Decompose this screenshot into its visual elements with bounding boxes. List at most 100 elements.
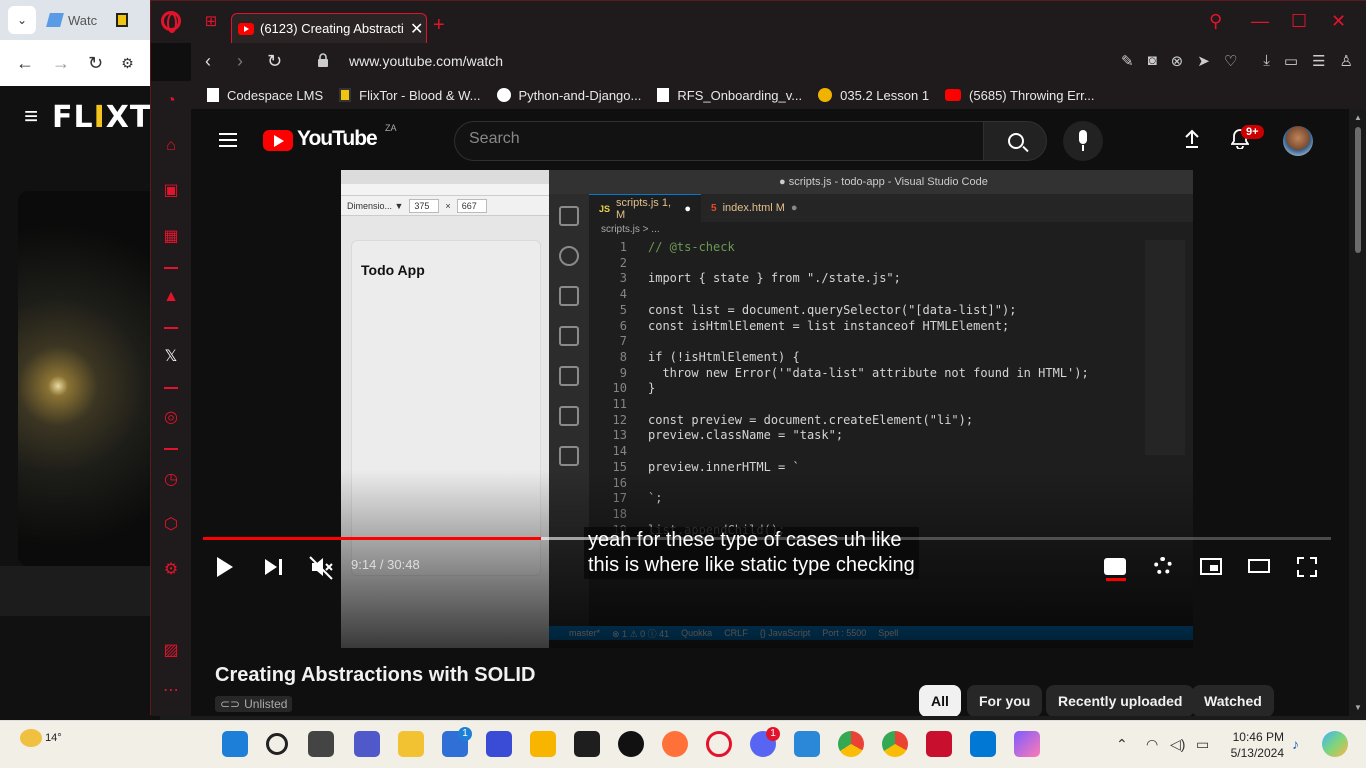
bookmark-2[interactable]: Python-and-Django... [496, 88, 641, 103]
shopping-icon[interactable]: ⌂ [161, 136, 181, 156]
send-icon[interactable]: ➤ [1197, 52, 1210, 70]
background-tab-2[interactable] [116, 5, 138, 35]
movie-poster[interactable] [18, 191, 160, 566]
file-explorer-icon[interactable] [398, 731, 424, 757]
profile-icon[interactable]: ♙ [1340, 52, 1353, 70]
volume-icon[interactable]: ◁) [1170, 736, 1185, 753]
opera-logo-icon[interactable] [161, 11, 181, 33]
block-icon[interactable]: ⊗ [1171, 52, 1184, 70]
chip-all[interactable]: All [919, 685, 961, 716]
url-field[interactable]: www.youtube.com/watch [349, 53, 503, 69]
reload-icon[interactable]: ↻ [267, 51, 282, 72]
scroll-up-arrow-icon[interactable]: ▲ [1354, 113, 1362, 122]
teams-icon[interactable] [354, 731, 380, 757]
new-tab-button[interactable]: + [433, 14, 445, 37]
tab-search-dropdown[interactable]: ⌄ [8, 6, 36, 34]
task-view-icon[interactable] [308, 731, 334, 757]
upload-icon[interactable] [1185, 129, 1199, 149]
progress-bar[interactable] [203, 537, 1331, 540]
battery-icon[interactable]: ▭ [1284, 52, 1298, 70]
close-tab-icon[interactable]: ✕ [410, 19, 423, 39]
next-button[interactable] [255, 549, 291, 585]
chrome-profile-icon[interactable] [882, 731, 908, 757]
aria-icon[interactable]: ▲ [161, 287, 181, 307]
miniplayer-button[interactable] [1193, 549, 1229, 585]
bookmark-1[interactable]: FlixTor - Blood & W... [339, 88, 481, 103]
more-options-icon[interactable]: ⋯ [161, 681, 181, 701]
chip-watched[interactable]: Watched [1192, 685, 1274, 716]
search-box[interactable] [454, 121, 984, 161]
youtube-logo-text[interactable]: YouTube [297, 127, 378, 151]
scroll-down-arrow-icon[interactable]: ▼ [1354, 703, 1362, 712]
tray-overflow-icon[interactable]: ⌃ [1116, 736, 1128, 753]
azure-data-studio-icon[interactable] [486, 731, 512, 757]
settings-gear-icon[interactable]: ⚙ [161, 560, 181, 580]
page-scrollbar[interactable]: ▲ ▼ [1349, 109, 1366, 716]
youtube-logo-icon[interactable] [263, 130, 293, 151]
settings-button[interactable] [1145, 549, 1181, 585]
theater-mode-button[interactable] [1241, 549, 1277, 585]
reload-icon[interactable]: ↻ [88, 53, 103, 74]
taskbar-search-icon[interactable] [266, 733, 288, 755]
history-icon[interactable]: ◷ [161, 470, 181, 490]
search-tabs-icon[interactable]: ⚲ [1209, 11, 1222, 32]
chip-for-you[interactable]: For you [967, 685, 1043, 716]
notification-bell-icon[interactable]: ♪ [1292, 736, 1299, 752]
back-arrow-icon[interactable]: ← [16, 53, 34, 74]
twitch-icon[interactable]: ▣ [161, 181, 181, 201]
mcafee-icon[interactable] [926, 731, 952, 757]
hamburger-menu-icon[interactable] [219, 133, 237, 147]
bookmark-3[interactable]: RFS_Onboarding_v... [657, 88, 802, 103]
extensions-cube-icon[interactable]: ⬡ [161, 515, 181, 535]
vscode-icon[interactable] [970, 731, 996, 757]
player-icon[interactable]: ◎ [161, 408, 181, 428]
mute-button[interactable] [303, 549, 339, 585]
figma-icon[interactable] [574, 731, 600, 757]
background-tab-1[interactable]: Watc [42, 5, 110, 35]
x-twitter-icon[interactable]: 𝕏 [161, 347, 181, 367]
easy-setup-icon[interactable]: ☰ [1312, 52, 1325, 70]
copilot-icon[interactable] [1014, 731, 1040, 757]
gx-icon[interactable]: ▦ [161, 227, 181, 247]
wifi-icon[interactable]: ◠ [1146, 736, 1158, 753]
search-button[interactable] [983, 121, 1047, 161]
battery-icon[interactable]: ▭ [1196, 736, 1209, 753]
forward-arrow-icon[interactable]: → [52, 53, 70, 74]
camera-icon[interactable]: ◙ [1148, 52, 1157, 70]
download-icon[interactable]: ⤓ [1263, 52, 1270, 70]
gallery-icon[interactable]: ▨ [161, 641, 181, 661]
scrollbar-thumb[interactable] [1355, 127, 1361, 253]
chip-recently-uploaded[interactable]: Recently uploaded [1046, 685, 1195, 716]
speed-dial-icon[interactable]: ◔ [161, 91, 181, 111]
fullscreen-button[interactable] [1289, 549, 1325, 585]
chrome-icon[interactable] [838, 731, 864, 757]
forward-arrow-icon[interactable]: › [237, 51, 243, 72]
minimize-button[interactable]: — [1251, 11, 1269, 32]
bookmark-4[interactable]: 035.2 Lesson 1 [818, 88, 929, 103]
opera-taskbar-icon[interactable] [706, 731, 732, 757]
subtitles-button[interactable] [1097, 549, 1133, 585]
maximize-button[interactable]: ☐ [1291, 11, 1307, 32]
gamepad-icon[interactable]: ⊞ [201, 12, 221, 32]
notepad-icon[interactable] [794, 731, 820, 757]
back-arrow-icon[interactable]: ‹ [205, 51, 211, 72]
search-input[interactable] [469, 130, 949, 148]
system-clock[interactable]: 10:46 PM 5/13/2024 [1224, 729, 1284, 761]
github-desktop-icon[interactable] [618, 731, 644, 757]
active-tab[interactable]: (6123) Creating Abstraction ✕ [231, 13, 427, 43]
weather-widget[interactable]: 14° [20, 729, 62, 747]
start-button[interactable] [222, 731, 248, 757]
firefox-icon[interactable] [662, 731, 688, 757]
bookmark-0[interactable]: Codespace LMS [207, 88, 323, 103]
avatar[interactable] [1283, 126, 1313, 156]
site-settings-icon[interactable]: ⚙ [121, 55, 134, 72]
bookmark-5[interactable]: (5685) Throwing Err... [945, 88, 1095, 103]
app-s-icon[interactable] [530, 731, 556, 757]
copilot-pre-icon[interactable] [1322, 731, 1348, 757]
site-menu-icon[interactable]: ≡ [24, 103, 38, 131]
play-button[interactable] [207, 549, 243, 585]
edit-icon[interactable]: ✎ [1121, 52, 1134, 70]
voice-search-mic-icon[interactable] [1063, 121, 1103, 161]
site-logo[interactable]: FLIXT [52, 100, 151, 135]
close-window-button[interactable]: ✕ [1331, 11, 1346, 32]
